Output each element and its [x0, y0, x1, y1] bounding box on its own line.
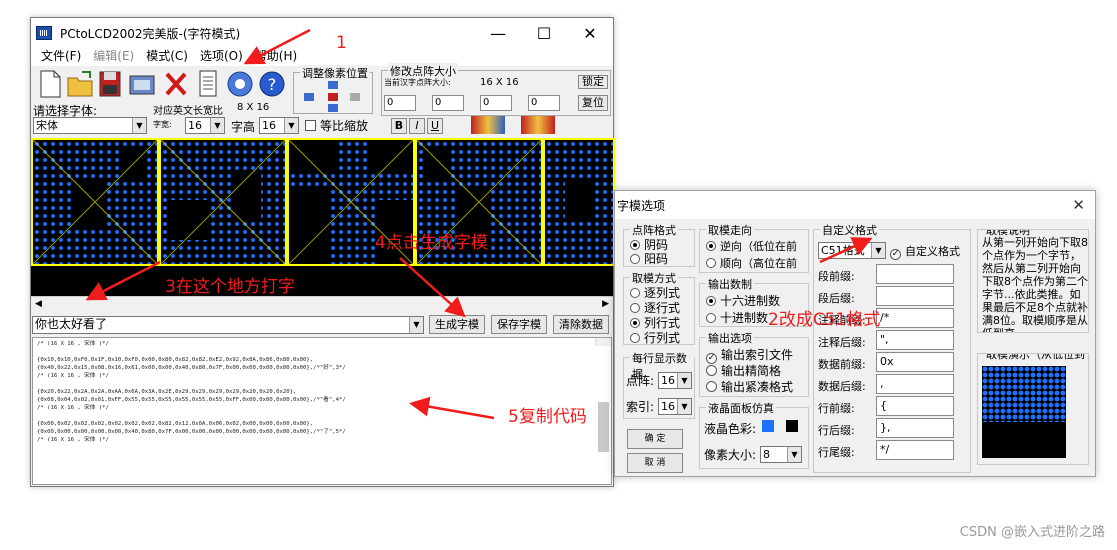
- annotation-3: 3在这个地方打字: [165, 277, 295, 297]
- annotation-1: 1: [336, 33, 347, 53]
- annotation-2: 2改成C51格式: [768, 310, 881, 330]
- annotation-5: 5复制代码: [508, 407, 587, 427]
- watermark: CSDN @嵌入式进阶之路: [959, 525, 1105, 540]
- annotation-4: 4点击生成字模: [375, 233, 488, 253]
